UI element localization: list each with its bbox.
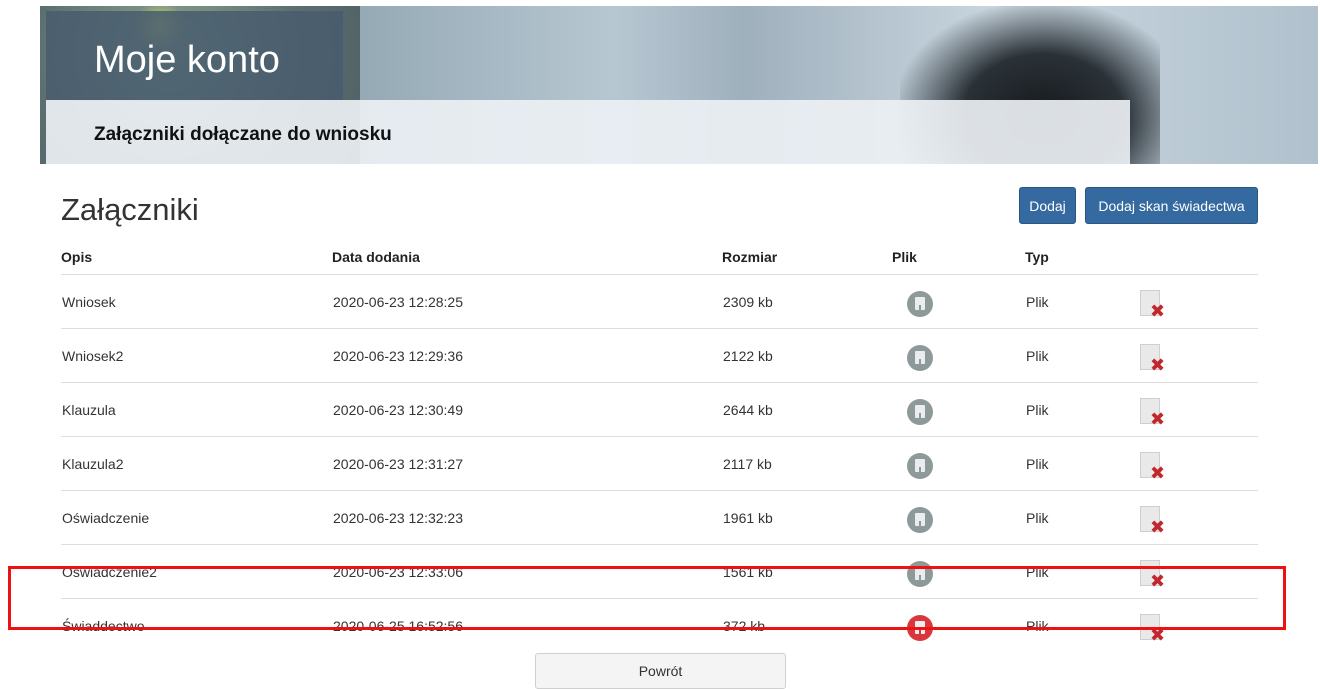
cell-data: 2020-06-23 12:29:36 [332,328,722,383]
delete-x-mark: ✖ [1150,300,1166,321]
cell-rozmiar: 2117 kb [722,436,892,491]
download-file-icon[interactable] [907,452,933,479]
table-header-row: Opis Data dodania Rozmiar Plik Typ [61,240,1258,275]
cell-opis: Wniosek2 [61,328,332,383]
cell-plik [892,436,1025,491]
cell-data: 2020-06-23 12:31:27 [332,436,722,491]
download-file-icon[interactable] [907,506,933,533]
delete-x-mark: ✖ [1150,354,1166,375]
highlight-frame [8,566,1286,630]
cell-data: 2020-06-23 12:28:25 [332,274,722,329]
cell-actions: ✖ [1122,382,1258,437]
table-row: Oświadczenie 2020-06-23 12:32:23 1961 kb… [61,490,1258,545]
cell-opis: Klauzula2 [61,436,332,491]
cell-plik [892,382,1025,437]
column-header-rozmiar: Rozmiar [722,240,892,275]
delete-document-icon[interactable]: ✖ [1140,451,1166,483]
page-title-box: Moje konto [46,11,343,101]
cell-typ: Plik [1025,382,1122,437]
cell-typ: Plik [1025,328,1122,383]
download-file-icon[interactable] [907,344,933,371]
cell-typ: Plik [1025,490,1122,545]
cell-actions: ✖ [1122,274,1258,329]
cell-actions: ✖ [1122,436,1258,491]
delete-document-icon[interactable]: ✖ [1140,397,1166,429]
download-file-icon[interactable] [907,398,933,425]
table-row: Klauzula2 2020-06-23 12:31:27 2117 kb Pl… [61,436,1258,491]
column-header-actions [1122,240,1258,275]
cell-rozmiar: 2122 kb [722,328,892,383]
delete-x-mark: ✖ [1150,462,1166,483]
delete-document-icon[interactable]: ✖ [1140,343,1166,375]
table-row: Wniosek 2020-06-23 12:28:25 2309 kb Plik… [61,274,1258,329]
page-title: Moje konto [94,39,280,81]
delete-document-icon[interactable]: ✖ [1140,289,1166,321]
cell-plik [892,274,1025,329]
delete-document-icon[interactable]: ✖ [1140,505,1166,537]
add-button[interactable]: Dodaj [1019,187,1076,224]
download-file-icon[interactable] [907,290,933,317]
cell-opis: Oświadczenie [61,490,332,545]
table-row: Wniosek2 2020-06-23 12:29:36 2122 kb Pli… [61,328,1258,383]
column-header-typ: Typ [1025,240,1122,275]
column-header-data: Data dodania [332,240,722,275]
table-row: Klauzula 2020-06-23 12:30:49 2644 kb Pli… [61,382,1258,437]
add-scan-button[interactable]: Dodaj skan świadectwa [1085,187,1258,224]
cell-opis: Klauzula [61,382,332,437]
cell-plik [892,490,1025,545]
section-title: Załączniki [61,192,199,227]
column-header-opis: Opis [61,240,332,275]
cell-typ: Plik [1025,436,1122,491]
cell-actions: ✖ [1122,490,1258,545]
cell-rozmiar: 2309 kb [722,274,892,329]
cell-plik [892,328,1025,383]
cell-typ: Plik [1025,274,1122,329]
page-subtitle: Załączniki dołączane do wniosku [94,124,392,145]
cell-actions: ✖ [1122,328,1258,383]
cell-data: 2020-06-23 12:32:23 [332,490,722,545]
column-header-plik: Plik [892,240,1025,275]
page-subtitle-box: Załączniki dołączane do wniosku [46,100,1130,164]
cell-opis: Wniosek [61,274,332,329]
cell-data: 2020-06-23 12:30:49 [332,382,722,437]
cell-rozmiar: 2644 kb [722,382,892,437]
delete-x-mark: ✖ [1150,516,1166,537]
delete-x-mark: ✖ [1150,408,1166,429]
cell-rozmiar: 1961 kb [722,490,892,545]
